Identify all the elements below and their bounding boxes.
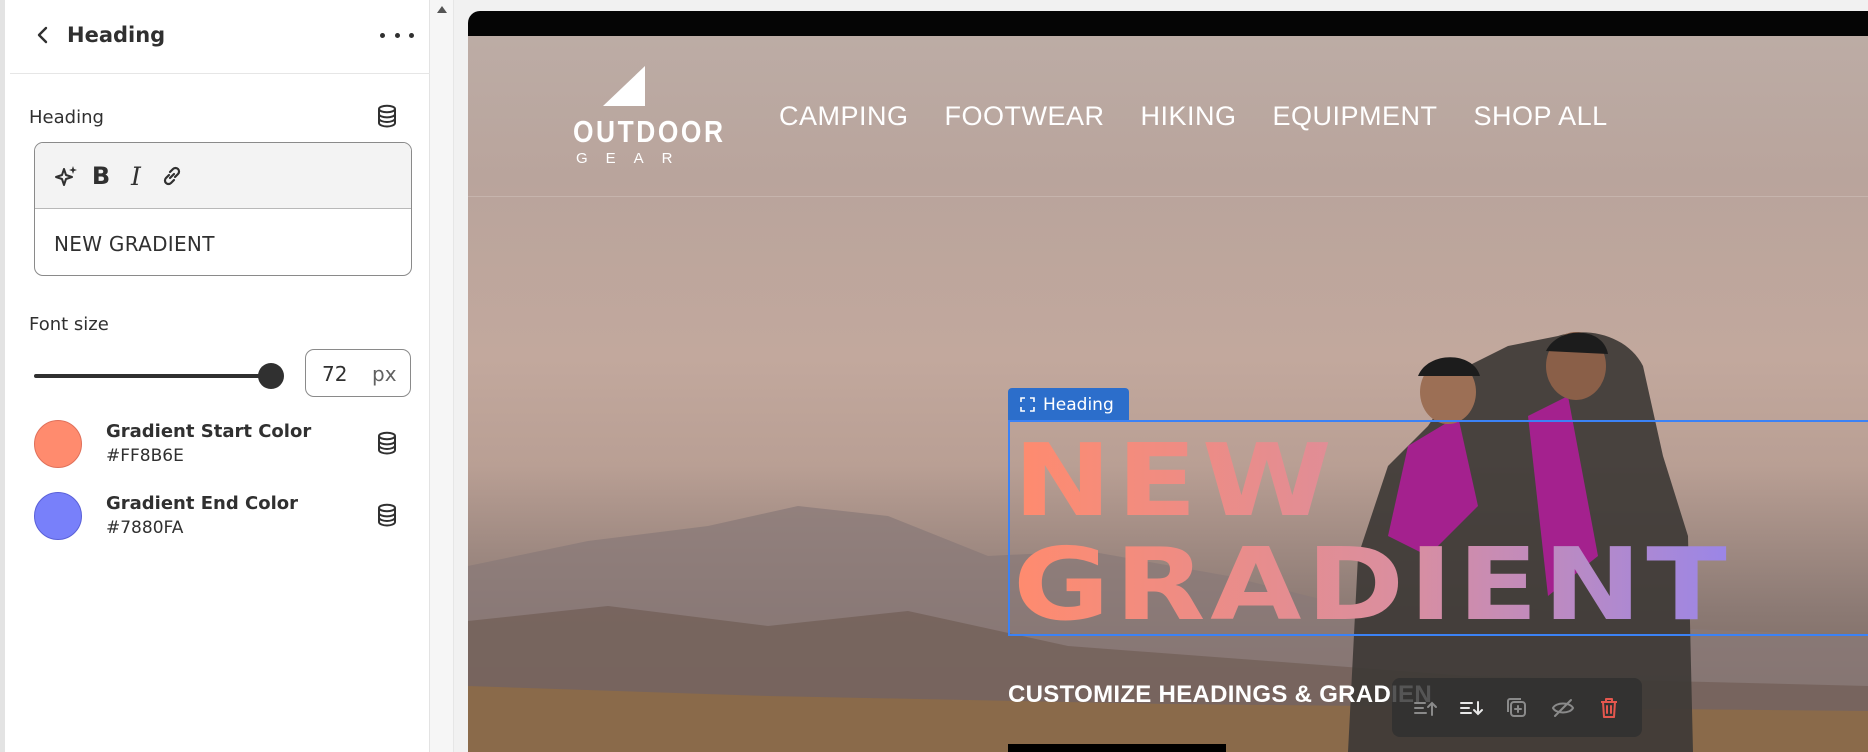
app-root: Heading Heading B I NEW GRADIENT Font si…: [0, 0, 1868, 752]
selected-block-tag[interactable]: Heading: [1008, 388, 1129, 421]
move-up-button[interactable]: [1410, 693, 1440, 723]
hide-icon: [1551, 698, 1575, 717]
delete-button[interactable]: [1594, 693, 1624, 723]
hide-button[interactable]: [1548, 693, 1578, 723]
scroll-up-icon[interactable]: [437, 6, 447, 13]
back-button[interactable]: [30, 22, 56, 48]
duplicate-button[interactable]: [1502, 693, 1532, 723]
block-frame-icon: [1020, 397, 1035, 412]
slider-thumb[interactable]: [258, 363, 284, 389]
selected-block-label: Heading: [1043, 394, 1114, 415]
panel-scrollbar[interactable]: [430, 0, 454, 752]
nav-item-hiking[interactable]: HIKING: [1141, 101, 1237, 132]
gradient-heading[interactable]: NEW GRADIENT: [1013, 429, 1732, 637]
font-size-value: 72: [322, 362, 348, 386]
preview-top-bar: [468, 11, 1868, 36]
font-size-unit: px: [372, 362, 397, 386]
more-dot-icon: [394, 32, 400, 38]
heading-text-input[interactable]: NEW GRADIENT: [54, 232, 215, 256]
link-button[interactable]: [157, 161, 187, 191]
bold-button[interactable]: B: [86, 161, 116, 191]
move-down-button[interactable]: [1456, 693, 1486, 723]
nav-item-equipment[interactable]: EQUIPMENT: [1273, 101, 1438, 132]
more-dot-icon: [409, 32, 414, 38]
main-nav: CAMPING FOOTWEAR HIKING EQUIPMENT SHOP A…: [779, 101, 1608, 132]
logo-word: OUTDOOR: [573, 114, 726, 149]
gradient-heading-line-1: NEW: [1013, 422, 1337, 539]
database-icon[interactable]: [376, 431, 398, 455]
store-logo[interactable]: OUTDOOR GEAR: [573, 66, 723, 167]
database-icon[interactable]: [376, 503, 398, 527]
settings-panel: Heading Heading B I NEW GRADIENT Font si…: [0, 0, 435, 752]
more-options-button[interactable]: [380, 26, 414, 44]
heading-rich-text-editor: B I NEW GRADIENT: [34, 142, 412, 276]
panel-title: Heading: [67, 23, 166, 47]
gradient-heading-line-2: GRADIENT: [1013, 526, 1732, 643]
cta-button[interactable]: [1008, 744, 1226, 752]
heading-field-label: Heading: [29, 107, 104, 128]
subheading: CUSTOMIZE HEADINGS & GRADIEN: [1008, 681, 1432, 708]
italic-icon: I: [131, 161, 141, 191]
italic-button[interactable]: I: [121, 161, 151, 191]
move-down-icon: [1460, 700, 1483, 715]
gradient-start-hex: #FF8B6E: [106, 446, 184, 466]
nav-item-footwear[interactable]: FOOTWEAR: [945, 101, 1105, 132]
gradient-end-swatch[interactable]: [34, 492, 82, 540]
sparkle-icon: [55, 166, 77, 186]
font-size-input[interactable]: 72 px: [305, 349, 411, 397]
store-preview: OUTDOOR GEAR CAMPING FOOTWEAR HIKING EQU…: [468, 11, 1868, 752]
site-header: OUTDOOR GEAR CAMPING FOOTWEAR HIKING EQU…: [468, 36, 1868, 197]
editor-toolbar: B I: [35, 143, 411, 209]
gradient-start-swatch[interactable]: [34, 420, 82, 468]
slider-track: [34, 374, 274, 378]
block-toolbar: [1392, 678, 1642, 737]
more-dot-icon: [380, 32, 385, 38]
database-icon[interactable]: [376, 104, 398, 128]
logo-triangle-icon: [603, 66, 645, 106]
ai-sparkle-button[interactable]: [51, 161, 81, 191]
nav-item-shop-all[interactable]: SHOP ALL: [1474, 101, 1608, 132]
font-size-slider[interactable]: [34, 363, 284, 389]
gradient-start-label: Gradient Start Color: [106, 421, 312, 442]
link-icon: [163, 166, 181, 186]
logo-subword: GEAR: [576, 150, 691, 167]
gradient-end-label: Gradient End Color: [106, 493, 298, 514]
gradient-end-hex: #7880FA: [106, 518, 184, 538]
chevron-left-icon: [37, 26, 48, 44]
bold-icon: B: [91, 162, 111, 190]
hero-section: OUTDOOR GEAR CAMPING FOOTWEAR HIKING EQU…: [468, 36, 1868, 752]
move-up-icon: [1414, 701, 1437, 716]
nav-item-camping[interactable]: CAMPING: [779, 101, 909, 132]
panel-header: Heading: [10, 0, 435, 74]
font-size-label: Font size: [29, 314, 109, 335]
delete-icon: [1601, 697, 1617, 718]
duplicate-icon: [1507, 697, 1526, 717]
